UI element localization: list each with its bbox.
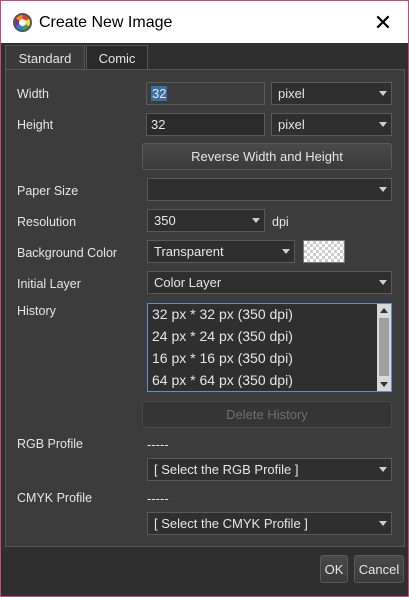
- resolution-unit: dpi: [272, 215, 289, 229]
- chevron-down-icon: [282, 249, 290, 254]
- scroll-down-icon[interactable]: [380, 382, 388, 387]
- history-label: History: [17, 304, 56, 318]
- chevron-down-icon: [379, 91, 387, 96]
- background-color-value: Transparent: [154, 244, 224, 259]
- history-list[interactable]: 32 px * 32 px (350 dpi) 24 px * 24 px (3…: [147, 303, 392, 392]
- tab-comic[interactable]: Comic: [86, 45, 148, 70]
- cmyk-profile-label: CMYK Profile: [17, 491, 93, 505]
- history-scrollbar[interactable]: [377, 304, 391, 391]
- chevron-down-icon: [379, 467, 387, 472]
- height-unit-value: pixel: [278, 117, 305, 132]
- rgb-profile-select[interactable]: [ Select the RGB Profile ]: [147, 458, 392, 481]
- width-unit-value: pixel: [278, 86, 305, 101]
- tab-standard[interactable]: Standard: [5, 45, 85, 70]
- rgb-profile-current: -----: [147, 437, 169, 452]
- chevron-down-icon: [379, 280, 387, 285]
- close-icon[interactable]: ✕: [363, 7, 403, 39]
- resolution-select[interactable]: 350: [147, 209, 265, 232]
- create-new-image-dialog: Create New Image ✕ Standard Comic Width …: [0, 0, 409, 597]
- paper-size-select[interactable]: [147, 178, 392, 201]
- width-label: Width: [17, 87, 49, 101]
- window-title: Create New Image: [39, 14, 173, 31]
- height-input[interactable]: 32: [146, 113, 265, 136]
- width-unit-select[interactable]: pixel: [271, 82, 392, 105]
- cmyk-profile-select-value: [ Select the CMYK Profile ]: [154, 516, 308, 531]
- history-item[interactable]: 32 px * 32 px (350 dpi): [148, 304, 391, 326]
- cmyk-profile-select[interactable]: [ Select the CMYK Profile ]: [147, 512, 392, 535]
- background-color-swatch[interactable]: [303, 240, 345, 263]
- scroll-thumb[interactable]: [379, 318, 389, 376]
- paper-size-label: Paper Size: [17, 184, 79, 198]
- chevron-down-icon: [379, 521, 387, 526]
- resolution-label: Resolution: [17, 215, 77, 229]
- width-input[interactable]: 32: [146, 82, 265, 105]
- initial-layer-select[interactable]: Color Layer: [147, 271, 392, 294]
- title-bar: Create New Image ✕: [1, 1, 408, 43]
- initial-layer-label: Initial Layer: [17, 277, 81, 291]
- width-value: 32: [151, 86, 168, 101]
- history-item[interactable]: 16 px * 16 px (350 dpi): [148, 348, 391, 370]
- scroll-up-icon[interactable]: [380, 308, 388, 313]
- history-item[interactable]: 64 px * 64 px (350 dpi): [148, 370, 391, 392]
- chevron-down-icon: [252, 218, 260, 223]
- delete-history-button[interactable]: Delete History: [142, 401, 392, 428]
- background-color-label: Background Color: [17, 246, 118, 260]
- reverse-width-height-button[interactable]: Reverse Width and Height: [142, 143, 392, 170]
- resolution-value: 350: [154, 213, 176, 228]
- cmyk-profile-current: -----: [147, 491, 169, 506]
- height-label: Height: [17, 118, 54, 132]
- history-item[interactable]: 24 px * 24 px (350 dpi): [148, 326, 391, 348]
- rgb-profile-select-value: [ Select the RGB Profile ]: [154, 462, 299, 477]
- rgb-profile-label: RGB Profile: [17, 437, 83, 451]
- background-color-select[interactable]: Transparent: [147, 240, 295, 263]
- chevron-down-icon: [379, 122, 387, 127]
- initial-layer-value: Color Layer: [154, 275, 222, 290]
- app-logo-icon: [13, 13, 32, 32]
- ok-button[interactable]: OK: [320, 555, 348, 583]
- height-unit-select[interactable]: pixel: [271, 113, 392, 136]
- cancel-button[interactable]: Cancel: [354, 555, 404, 583]
- chevron-down-icon: [379, 187, 387, 192]
